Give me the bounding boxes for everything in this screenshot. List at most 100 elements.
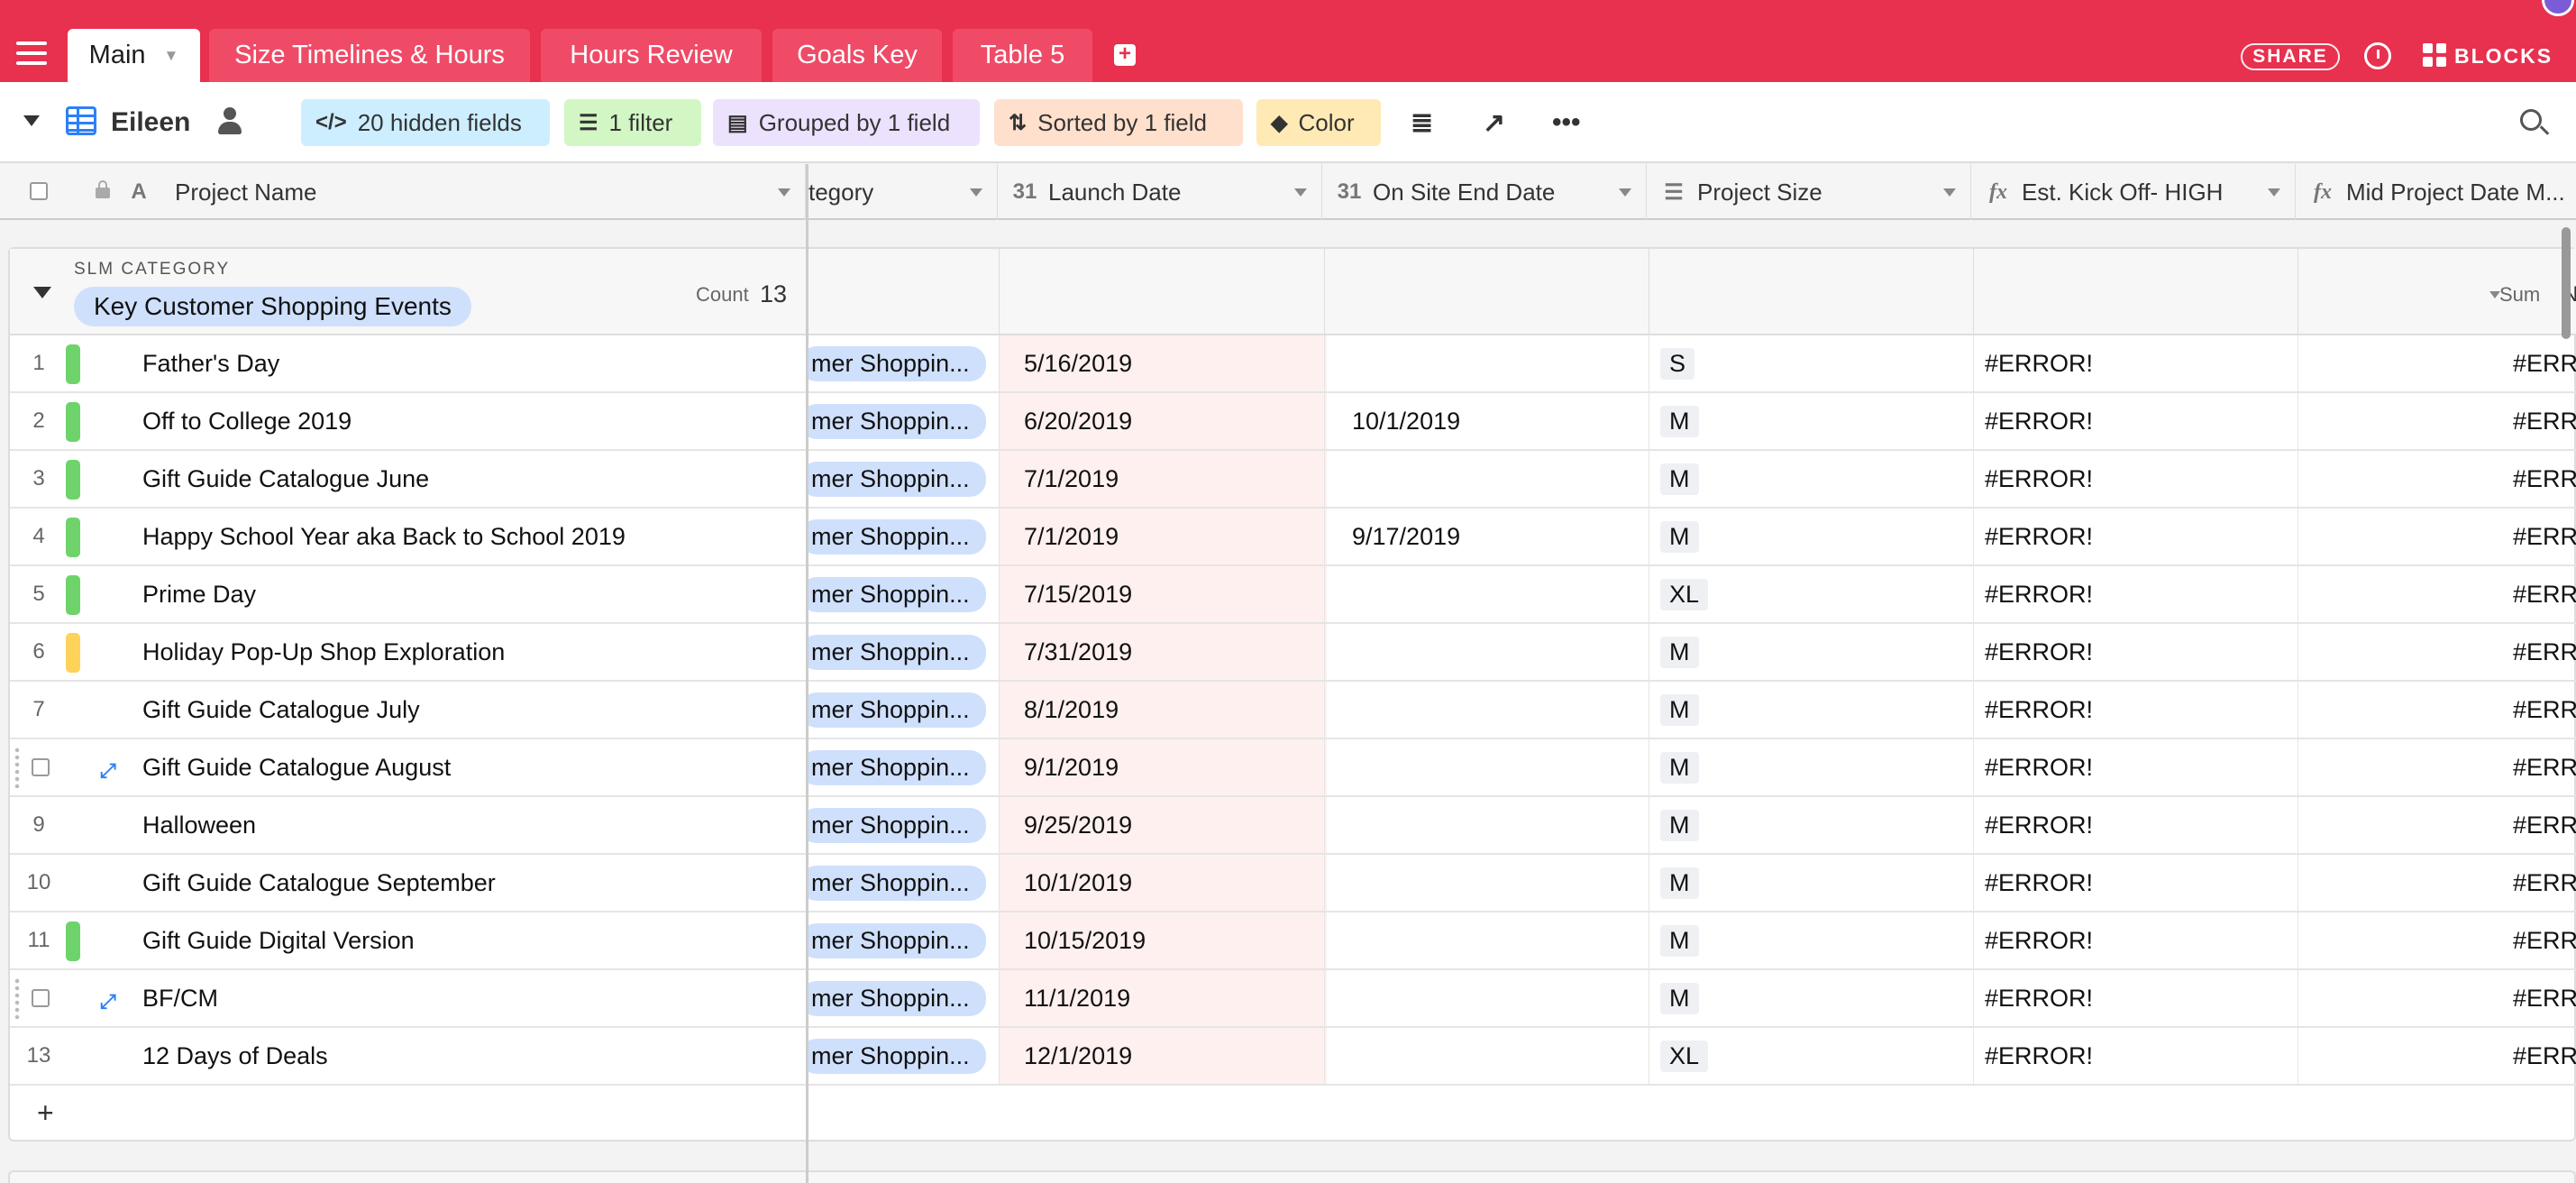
project-name-cell[interactable]: Happy School Year aka Back to School 201… bbox=[142, 509, 809, 564]
view-switcher-icon[interactable] bbox=[23, 115, 40, 126]
kick-off-cell[interactable]: #ERROR! bbox=[1976, 855, 2300, 911]
category-cell[interactable]: mer Shoppin... bbox=[808, 393, 1000, 449]
share-button[interactable]: SHARE bbox=[2241, 43, 2340, 70]
chevron-down-icon[interactable] bbox=[1619, 188, 1631, 197]
launch-date-cell[interactable]: 12/1/2019 bbox=[999, 1028, 1327, 1084]
mid-project-cell[interactable]: #ERRO bbox=[2300, 797, 2576, 853]
group-header[interactable]: SLM CATEGORY Key Customer Shopping Event… bbox=[10, 249, 2576, 335]
project-name-cell[interactable]: Gift Guide Digital Version bbox=[142, 912, 809, 968]
tab-goals-key[interactable]: Goals Key bbox=[772, 29, 942, 82]
project-name-cell[interactable]: Gift Guide Catalogue September bbox=[142, 855, 809, 911]
category-cell[interactable]: mer Shoppin... bbox=[808, 739, 1000, 795]
project-size-cell[interactable]: XL bbox=[1651, 1028, 1976, 1084]
blocks-button[interactable]: BLOCKS bbox=[2454, 43, 2553, 69]
on-site-end-cell[interactable]: 10/1/2019 bbox=[1327, 393, 1651, 449]
search-icon[interactable] bbox=[2520, 109, 2542, 131]
kick-off-cell[interactable]: #ERROR! bbox=[1976, 566, 2300, 622]
kick-off-cell[interactable]: #ERROR! bbox=[1976, 912, 2300, 968]
project-name-cell[interactable]: BF/CM bbox=[142, 970, 809, 1026]
mid-project-cell[interactable]: #ERRO bbox=[2300, 393, 2576, 449]
table-row[interactable]: 2 Off to College 2019 mer Shoppin... 6/20/2… bbox=[10, 393, 2576, 451]
table-row[interactable]: 11 Gift Guide Digital Version mer Shoppin.… bbox=[10, 912, 2576, 970]
table-row[interactable]: 4 Happy School Year aka Back to School 20… bbox=[10, 509, 2576, 566]
launch-date-cell[interactable]: 9/25/2019 bbox=[999, 797, 1327, 853]
mid-project-cell[interactable]: #ERRO bbox=[2300, 682, 2576, 738]
project-size-cell[interactable]: M bbox=[1651, 393, 1976, 449]
on-site-end-cell[interactable] bbox=[1327, 624, 1651, 680]
on-site-end-cell[interactable] bbox=[1327, 566, 1651, 622]
chevron-down-icon[interactable] bbox=[778, 188, 790, 197]
launch-date-cell[interactable]: 6/20/2019 bbox=[999, 393, 1327, 449]
history-icon[interactable] bbox=[2364, 42, 2391, 69]
kick-off-cell[interactable]: #ERROR! bbox=[1976, 970, 2300, 1026]
hidden-fields-button[interactable]: </> 20 hidden fields bbox=[301, 99, 550, 146]
project-name-cell[interactable]: Gift Guide Catalogue June bbox=[142, 451, 809, 507]
category-cell[interactable]: mer Shoppin... bbox=[808, 335, 1000, 391]
category-cell[interactable]: mer Shoppin... bbox=[808, 451, 1000, 507]
kick-off-cell[interactable]: #ERROR! bbox=[1976, 393, 2300, 449]
project-size-cell[interactable]: M bbox=[1651, 624, 1976, 680]
launch-date-cell[interactable]: 7/1/2019 bbox=[999, 451, 1327, 507]
launch-date-cell[interactable]: 7/31/2019 bbox=[999, 624, 1327, 680]
kick-off-cell[interactable]: #ERROR! bbox=[1976, 509, 2300, 564]
project-size-cell[interactable]: M bbox=[1651, 912, 1976, 968]
project-size-cell[interactable]: XL bbox=[1651, 566, 1976, 622]
menu-icon[interactable] bbox=[16, 41, 47, 69]
launch-date-cell[interactable]: 11/1/2019 bbox=[999, 970, 1327, 1026]
kick-off-cell[interactable]: #ERROR! bbox=[1976, 335, 2300, 391]
chevron-down-icon[interactable]: ▼ bbox=[164, 47, 179, 65]
project-size-cell[interactable]: M bbox=[1651, 970, 1976, 1026]
project-name-cell[interactable]: Father's Day bbox=[142, 335, 809, 391]
mid-project-cell[interactable]: #ERRO bbox=[2300, 912, 2576, 968]
vertical-scrollbar[interactable] bbox=[2562, 227, 2571, 339]
kick-off-cell[interactable]: #ERROR! bbox=[1976, 451, 2300, 507]
project-name-cell[interactable]: Holiday Pop-Up Shop Exploration bbox=[142, 624, 809, 680]
chevron-down-icon[interactable] bbox=[2268, 188, 2280, 197]
project-size-cell[interactable]: M bbox=[1651, 855, 1976, 911]
kick-off-cell[interactable]: #ERROR! bbox=[1976, 739, 2300, 795]
table-row[interactable]: 9 Halloween mer Shoppin... 9/25/2019 M #ERROR… bbox=[10, 797, 2576, 855]
sort-button[interactable]: ⇅ Sorted by 1 field bbox=[994, 99, 1243, 146]
on-site-end-cell[interactable] bbox=[1327, 912, 1651, 968]
group-button[interactable]: ▤ Grouped by 1 field bbox=[713, 99, 980, 146]
on-site-end-cell[interactable] bbox=[1327, 797, 1651, 853]
more-options-icon[interactable]: ••• bbox=[1552, 107, 1581, 138]
category-cell[interactable]: mer Shoppin... bbox=[808, 1028, 1000, 1084]
kick-off-cell[interactable]: #ERROR! bbox=[1976, 1028, 2300, 1084]
project-name-cell[interactable]: Off to College 2019 bbox=[142, 393, 809, 449]
on-site-end-cell[interactable] bbox=[1327, 855, 1651, 911]
table-row[interactable]: 7 Gift Guide Catalogue July mer Shoppin...… bbox=[10, 682, 2576, 739]
table-row[interactable]: 1 Father's Day mer Shoppin... 5/16/2019 S #ER… bbox=[10, 335, 2576, 393]
mid-project-cell[interactable]: #ERRO bbox=[2300, 566, 2576, 622]
project-name-cell[interactable]: Gift Guide Catalogue July bbox=[142, 682, 809, 738]
chevron-down-icon[interactable] bbox=[1943, 188, 1956, 197]
project-name-cell[interactable]: Prime Day bbox=[142, 566, 809, 622]
table-row[interactable]: 6 Holiday Pop-Up Shop Exploration mer Shop… bbox=[10, 624, 2576, 682]
drag-handle[interactable] bbox=[14, 747, 21, 788]
mid-project-cell[interactable]: #ERRO bbox=[2300, 509, 2576, 564]
column-est-kick-off[interactable]: fx Est. Kick Off- HIGH bbox=[1971, 164, 2296, 220]
tab-size-timelines[interactable]: Size Timelines & Hours bbox=[209, 29, 530, 82]
kick-off-cell[interactable]: #ERROR! bbox=[1976, 624, 2300, 680]
column-on-site-end-date[interactable]: 31 On Site End Date bbox=[1322, 164, 1647, 220]
on-site-end-cell[interactable] bbox=[1327, 335, 1651, 391]
column-category[interactable]: tegory bbox=[808, 164, 998, 220]
column-project-size[interactable]: ☰ Project Size bbox=[1647, 164, 1971, 220]
on-site-end-cell[interactable] bbox=[1327, 1028, 1651, 1084]
mid-project-cell[interactable]: #ERRO bbox=[2300, 624, 2576, 680]
table-row[interactable]: 10 Gift Guide Catalogue September mer Shop… bbox=[10, 855, 2576, 912]
table-row[interactable]: ⤢ BF/CM mer Shoppin... 11/1/2019 M #ERROR! #ER… bbox=[10, 970, 2576, 1028]
grid-view-icon[interactable] bbox=[66, 106, 96, 135]
launch-date-cell[interactable]: 5/16/2019 bbox=[999, 335, 1327, 391]
launch-date-cell[interactable]: 7/15/2019 bbox=[999, 566, 1327, 622]
tab-main[interactable]: Main ▼ bbox=[68, 29, 200, 82]
project-name-cell[interactable]: Gift Guide Catalogue August bbox=[142, 739, 809, 795]
on-site-end-cell[interactable]: 9/17/2019 bbox=[1327, 509, 1651, 564]
on-site-end-cell[interactable] bbox=[1327, 451, 1651, 507]
category-cell[interactable]: mer Shoppin... bbox=[808, 970, 1000, 1026]
category-cell[interactable]: mer Shoppin... bbox=[808, 912, 1000, 968]
on-site-end-cell[interactable] bbox=[1327, 970, 1651, 1026]
drag-handle[interactable] bbox=[14, 977, 21, 1019]
add-table-icon[interactable]: + bbox=[1114, 43, 1136, 66]
mid-project-cell[interactable]: #ERRO bbox=[2300, 739, 2576, 795]
